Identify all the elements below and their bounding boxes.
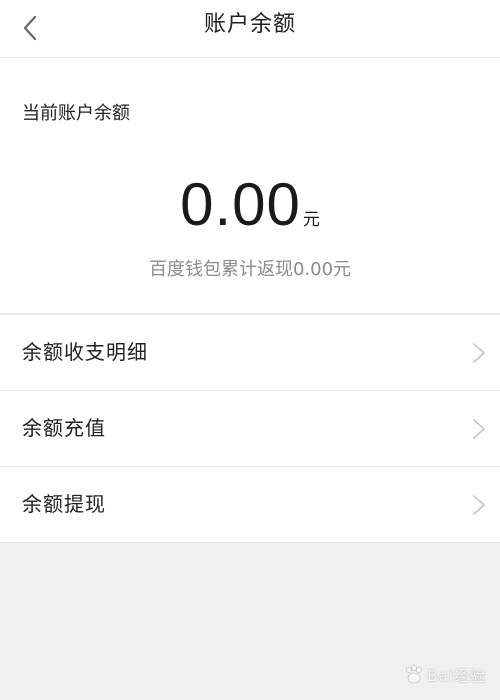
watermark: Bai经验 [403,664,486,686]
balance-label: 当前账户余额 [22,103,130,124]
chevron-right-icon [473,419,485,439]
header-bar: 账户余额 [0,0,500,58]
menu-item-withdraw[interactable]: 余额提现 [0,467,500,543]
paw-logo-icon [406,665,423,684]
cashback-summary: 百度钱包累计返现0.00元 [148,259,352,280]
balance-card: 当前账户余额 0.00 元 百度钱包累计返现0.00元 [0,58,500,313]
menu-item-transaction-details[interactable]: 余额收支明细 [0,315,500,391]
chevron-right-icon [473,495,485,515]
watermark-text: Bai经验 [427,666,486,685]
amount-row: 0.00 元 [0,170,500,239]
menu-item-label: 余额充值 [22,416,106,440]
page-title: 账户余额 [203,12,296,37]
balance-unit: 元 [302,210,320,230]
menu-item-label: 余额提现 [22,492,106,516]
balance-menu: 余额收支明细 余额充值 余额提现 [0,314,500,543]
menu-item-top-up[interactable]: 余额充值 [0,391,500,467]
chevron-right-icon [473,343,485,363]
menu-item-label: 余额收支明细 [22,340,148,364]
balance-amount: 0.00 [180,171,301,238]
